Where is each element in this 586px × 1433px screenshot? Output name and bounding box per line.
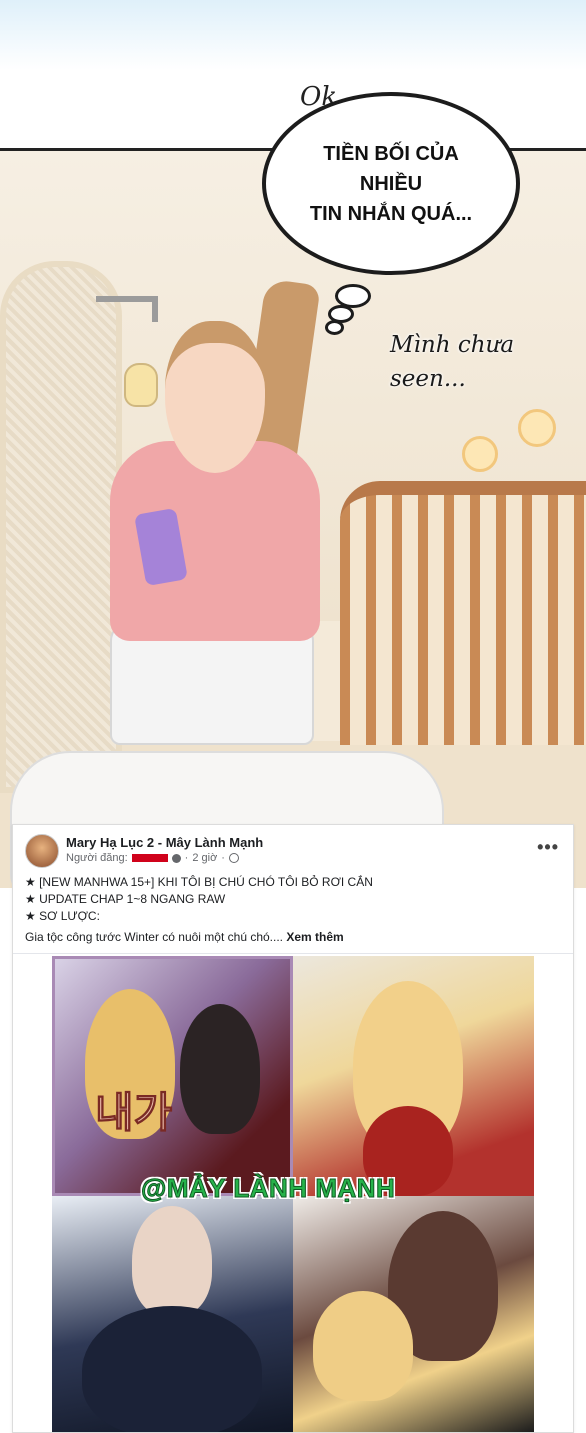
wall-lamp — [96, 296, 158, 322]
cover-title: 내가 — [94, 1088, 173, 1138]
info-icon[interactable] — [171, 853, 181, 863]
bubble-tail — [325, 320, 344, 335]
see-more-link[interactable]: Xem thêm — [286, 930, 343, 944]
speech-line: TIỀN BỐI CỦA NHIỀU — [323, 142, 459, 195]
meta-dot: · — [184, 852, 189, 864]
page-name[interactable]: Mary Hạ Lục 2 - Mây Lành Mạnh — [66, 835, 263, 850]
decor-ball — [462, 436, 498, 472]
page-avatar[interactable] — [25, 834, 59, 868]
post-image[interactable] — [293, 956, 534, 1196]
post-line: ★ SƠ LƯỢC: — [25, 909, 100, 923]
post-meta: Người đăng: · 2 giờ · — [66, 852, 239, 864]
watermark: @MẢY LÀNH MẠNH — [140, 1173, 396, 1204]
speech-bubble: TIỀN BỐI CỦA NHIỀU TIN NHẮN QUÁ... — [262, 92, 520, 275]
meta-dot: · — [221, 852, 225, 864]
decor-ball — [518, 409, 556, 447]
comic-panel — [0, 148, 586, 888]
post-image[interactable] — [293, 1196, 534, 1432]
poster-label: Người đăng: — [66, 852, 128, 864]
figure-silhouette — [180, 1004, 260, 1134]
figure-silhouette — [132, 1206, 212, 1316]
post-image[interactable]: 내가 — [52, 956, 293, 1196]
thought-text: Mình chưa seen... — [390, 328, 530, 396]
post-line: ★ UPDATE CHAP 1~8 NGANG RAW — [25, 892, 226, 906]
facebook-post: Mary Hạ Lục 2 - Mây Lành Mạnh Người đăng… — [12, 824, 574, 1433]
more-options-button[interactable]: ••• — [537, 837, 559, 858]
redacted-name — [131, 854, 168, 862]
post-text: ★ [NEW MANHWA 15+] KHI TÔI BỊ CHÚ CHÓ TÔ… — [25, 874, 555, 925]
post-line: ★ [NEW MANHWA 15+] KHI TÔI BỊ CHÚ CHÓ TÔ… — [25, 875, 373, 889]
room-divider — [0, 261, 122, 793]
speech-line: TIN NHẮN QUÁ... — [309, 202, 473, 225]
post-description: Gia tộc công tước Winter có nuôi một chú… — [25, 930, 344, 944]
figure-silhouette — [313, 1291, 413, 1401]
divider — [13, 953, 573, 954]
sky-strip — [0, 0, 586, 70]
post-image[interactable] — [52, 1196, 293, 1432]
thought-line: seen... — [390, 366, 466, 392]
globe-icon — [228, 853, 239, 863]
thought-line: Mình chưa — [390, 332, 515, 358]
post-time[interactable]: 2 giờ — [192, 852, 217, 864]
crib — [340, 481, 586, 745]
description-text: Gia tộc công tước Winter có nuôi một chú… — [25, 930, 284, 944]
light-bulb — [124, 363, 158, 407]
character-head — [165, 321, 265, 473]
speech-text: TIỀN BỐI CỦA NHIỀU TIN NHẮN QUÁ... — [296, 139, 486, 229]
figure-silhouette — [82, 1306, 262, 1432]
